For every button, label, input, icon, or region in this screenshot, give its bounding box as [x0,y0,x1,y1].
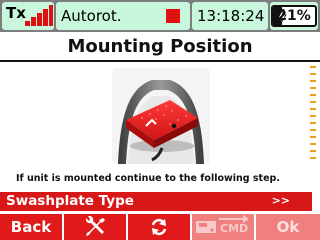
signal-bar-2 [31,17,36,26]
signal-bar-4 [43,9,48,26]
signal-bar-3 [37,13,42,26]
refresh-icon [151,218,167,236]
status-bar: Tx Autorot. 13:18:24 21% [0,0,320,32]
cmd-button-label: CMD [220,222,249,235]
model-name-cell[interactable]: Autorot. [56,2,190,30]
model-name: Autorot. [61,7,122,25]
next-step-arrows: >> [271,194,290,207]
signal-bar-1 [25,21,30,26]
page-title: Mounting Position [67,36,253,57]
page-header: Mounting Position [0,32,320,62]
battery-icon: 21% [271,5,317,27]
transmitter-signal: Tx [2,2,54,30]
bottom-toolbar: Back CMD Ok [0,214,320,240]
refresh-button[interactable] [128,214,190,240]
battery-cell: 21% [270,2,318,30]
next-step-label: Swashplate Type [6,193,134,209]
battery-percent: 21% [277,8,311,24]
scroll-indicator [310,66,318,176]
signal-bar-5 [49,5,53,26]
flight-unit-image [112,68,210,164]
back-button-label: Back [10,218,52,236]
mounting-illustration [112,68,210,164]
tx-label: Tx [6,4,26,22]
cmd-button[interactable]: CMD [192,214,254,240]
clock-time: 13:18:24 [197,7,265,25]
clock-cell: 13:18:24 [192,2,268,30]
tools-button[interactable] [64,214,126,240]
ok-button-label: Ok [276,218,300,236]
ok-button[interactable]: Ok [256,214,320,240]
mounting-hint: If unit is mounted continue to the follo… [16,173,280,184]
tools-icon [85,216,105,236]
back-button[interactable]: Back [0,214,62,240]
next-step-swashplate-type[interactable]: Swashplate Type >> [0,192,312,211]
record-indicator-icon [166,9,180,23]
